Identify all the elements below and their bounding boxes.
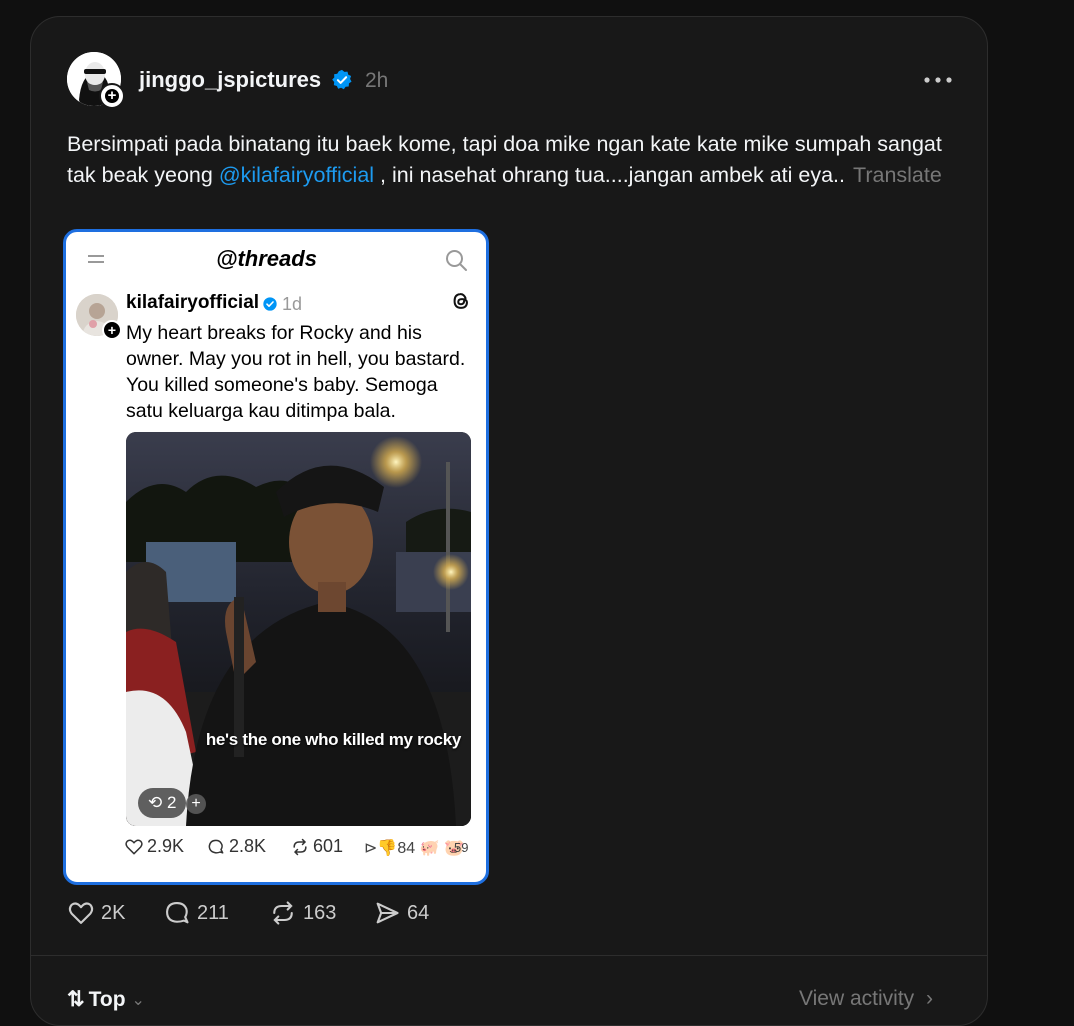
- attached-screenshot[interactable]: @threads + kilafairyofficial 1d My heart…: [63, 229, 489, 885]
- screenshot-plus-icon: +: [186, 794, 206, 814]
- repost-button[interactable]: 163: [269, 899, 336, 927]
- repost-count: 2: [166, 793, 177, 812]
- search-icon: [446, 250, 467, 271]
- threads-icon: [453, 293, 468, 309]
- post-text: Bersimpati pada binatang itu baek kome, …: [67, 129, 957, 191]
- screenshot-reply-count: 2.8K: [229, 836, 267, 856]
- post-card: jinggo_jspictures 2h Bersimpati pada bin…: [30, 16, 988, 1026]
- heart-icon: [68, 902, 94, 924]
- screenshot-repost-count: 601: [313, 836, 344, 856]
- screenshot-photo: he's the one who killed my rocky ⟲ 2 +: [126, 432, 471, 826]
- share-small-icon: ⊳: [364, 840, 378, 857]
- sort-label: Top: [88, 987, 126, 1011]
- screenshot-username: kilafairyofficial: [126, 292, 260, 313]
- screenshot-repost: 601: [290, 836, 343, 857]
- comment-icon: [208, 839, 224, 854]
- screenshot-actions: 2.9K 2.8K 601 ⊳👎84 🐖 🐷 59: [124, 836, 474, 862]
- more-options-icon[interactable]: [923, 71, 953, 89]
- thumbs-down-emoji: 👎: [377, 840, 398, 857]
- reply-button[interactable]: 211: [163, 899, 229, 927]
- post-username[interactable]: jinggo_jspictures: [139, 67, 321, 93]
- repost-icon: [273, 901, 293, 925]
- post-time: 2h: [365, 69, 389, 92]
- heart-icon: [125, 838, 143, 854]
- screenshot-like: 2.9K: [124, 836, 184, 857]
- translate-button[interactable]: Translate: [853, 163, 942, 187]
- view-activity-label: View activity: [799, 987, 915, 1010]
- share-icon: [376, 902, 399, 924]
- photo-image: [126, 432, 471, 826]
- threads-logo: @threads: [216, 246, 317, 272]
- screenshot-share-reactions: ⊳👎84 🐖 🐷: [364, 838, 464, 858]
- photo-caption: he's the one who killed my rocky: [205, 730, 461, 749]
- follow-plus-icon[interactable]: [99, 83, 125, 109]
- view-activity-link[interactable]: View activity ›: [799, 987, 933, 1011]
- threads-logo-mark: @: [216, 246, 238, 271]
- repost-icon: [293, 838, 307, 855]
- post-text-part: , ini nasehat ohrang tua....jangan ambek…: [374, 163, 845, 187]
- share-count: 64: [407, 901, 430, 924]
- comment-icon: [166, 902, 189, 924]
- mention-link[interactable]: @kilafairyofficial: [219, 163, 374, 187]
- screenshot-reply: 2.8K: [206, 836, 266, 857]
- divider: [31, 955, 987, 956]
- screenshot-text: My heart breaks for Rocky and his owner.…: [126, 322, 466, 422]
- threads-logo-text: threads: [237, 246, 317, 271]
- sort-icon: ⇅: [67, 988, 85, 1011]
- menu-icon: [88, 255, 104, 263]
- like-button[interactable]: 2K: [67, 899, 125, 927]
- repost-count: 163: [303, 901, 337, 924]
- screenshot-share-count: 84: [397, 840, 416, 857]
- verified-badge-icon: [332, 69, 352, 90]
- screenshot-time: 1d: [282, 294, 303, 314]
- chevron-right-icon: ›: [926, 987, 933, 1010]
- screenshot-repost-badge: ⟲ 2: [138, 788, 187, 818]
- screenshot-reactions-count: 59: [454, 840, 469, 855]
- screenshot-verified-icon: [263, 297, 277, 311]
- repost-small-icon: ⟲: [148, 793, 163, 812]
- reply-count: 211: [197, 901, 229, 924]
- screenshot-like-count: 2.9K: [147, 836, 185, 856]
- share-button[interactable]: 64: [373, 899, 429, 927]
- sort-dropdown[interactable]: ⇅ Top ⌄: [67, 987, 145, 1012]
- like-count: 2K: [101, 901, 126, 924]
- screenshot-follow-plus-icon: +: [102, 320, 122, 340]
- chevron-down-icon: ⌄: [131, 991, 145, 1009]
